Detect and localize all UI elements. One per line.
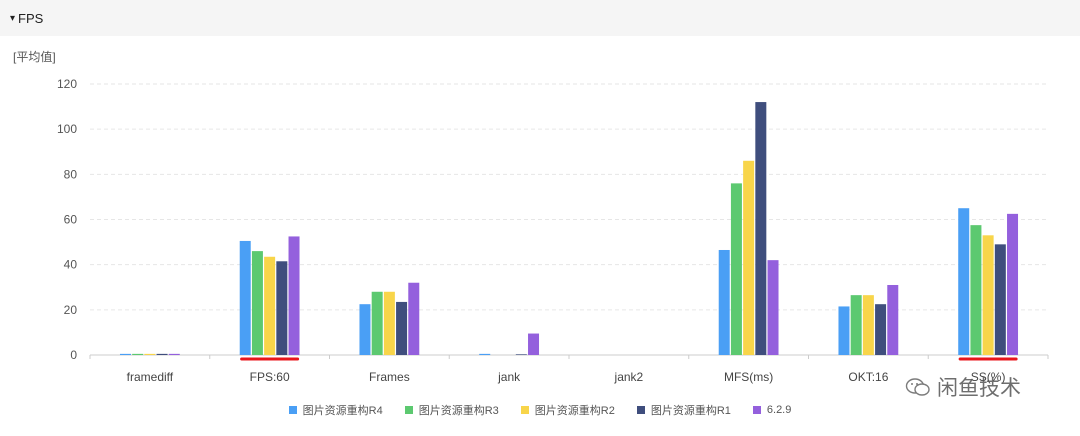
legend-swatch bbox=[752, 406, 761, 414]
bar bbox=[288, 236, 300, 355]
y-tick-label: 100 bbox=[57, 122, 77, 136]
y-tick-label: 120 bbox=[57, 77, 77, 91]
wechat-icon bbox=[905, 378, 930, 396]
x-tick-label: jank2 bbox=[614, 370, 644, 384]
legend-swatch bbox=[288, 406, 297, 414]
bar bbox=[371, 291, 383, 355]
y-tick-label: 60 bbox=[64, 213, 78, 227]
bar bbox=[743, 160, 755, 355]
y-tick-label: 0 bbox=[70, 348, 77, 362]
legend-swatch bbox=[636, 406, 645, 414]
legend-item[interactable]: 6.2.9 bbox=[752, 404, 792, 416]
bar bbox=[958, 208, 970, 355]
x-tick-label: OKT:16 bbox=[848, 370, 888, 384]
legend-item[interactable]: 图片资源重构R1 bbox=[636, 402, 731, 418]
y-tick-label: 80 bbox=[64, 167, 78, 181]
bar bbox=[264, 256, 276, 355]
watermark-text: 闲鱼技术 bbox=[937, 377, 1021, 400]
legend-label: 6.2.9 bbox=[766, 404, 792, 416]
bar bbox=[838, 306, 850, 355]
bar bbox=[718, 249, 730, 355]
bar bbox=[144, 353, 156, 355]
bar bbox=[982, 235, 994, 355]
y-tick-label: 40 bbox=[64, 258, 78, 272]
bar bbox=[994, 244, 1006, 355]
y-tick-label: 20 bbox=[64, 303, 78, 317]
bar bbox=[383, 291, 395, 355]
legend-swatch bbox=[404, 406, 413, 414]
legend-label: 图片资源重构R3 bbox=[418, 405, 499, 417]
watermark: 闲鱼技术 bbox=[905, 372, 1021, 402]
bar bbox=[755, 102, 767, 355]
bar bbox=[1007, 213, 1019, 355]
x-tick-label: framediff bbox=[127, 370, 174, 384]
bar bbox=[396, 301, 408, 355]
bar bbox=[359, 304, 371, 355]
chart-legend: 图片资源重构R4 图片资源重构R3 图片资源重构R2 图片资源重构R1 6.2.9 bbox=[0, 402, 1080, 418]
x-tick-label: jank bbox=[497, 370, 521, 384]
bar bbox=[156, 353, 168, 355]
legend-item[interactable]: 图片资源重构R3 bbox=[404, 402, 499, 418]
bar bbox=[239, 240, 251, 355]
x-tick-label: Frames bbox=[369, 370, 410, 384]
bar bbox=[276, 261, 288, 355]
bar bbox=[132, 353, 144, 355]
x-tick-label: FPS:60 bbox=[250, 370, 290, 384]
bar bbox=[251, 251, 263, 355]
bar bbox=[730, 183, 742, 355]
bar bbox=[767, 260, 779, 355]
legend-item[interactable]: 图片资源重构R4 bbox=[288, 402, 383, 418]
bar bbox=[528, 333, 540, 355]
bar bbox=[875, 304, 887, 355]
bar bbox=[862, 295, 874, 355]
bar bbox=[119, 353, 131, 355]
bar bbox=[515, 354, 527, 355]
bar bbox=[887, 284, 899, 355]
bar-chart: 0 20 40 60 80 100 120 framediff FPS:60 Frames jank… bbox=[57, 77, 1049, 384]
x-tick-label: MFS(ms) bbox=[724, 370, 773, 384]
legend-label: 图片资源重构R2 bbox=[534, 405, 615, 417]
bar bbox=[850, 295, 862, 355]
legend-label: 图片资源重构R4 bbox=[302, 405, 383, 417]
bar bbox=[408, 282, 420, 355]
legend-swatch bbox=[520, 406, 529, 414]
legend-item[interactable]: 图片资源重构R2 bbox=[520, 402, 615, 418]
bar bbox=[479, 353, 491, 355]
bar bbox=[970, 225, 982, 355]
legend-label: 图片资源重构R1 bbox=[650, 405, 731, 417]
bar bbox=[168, 353, 180, 355]
